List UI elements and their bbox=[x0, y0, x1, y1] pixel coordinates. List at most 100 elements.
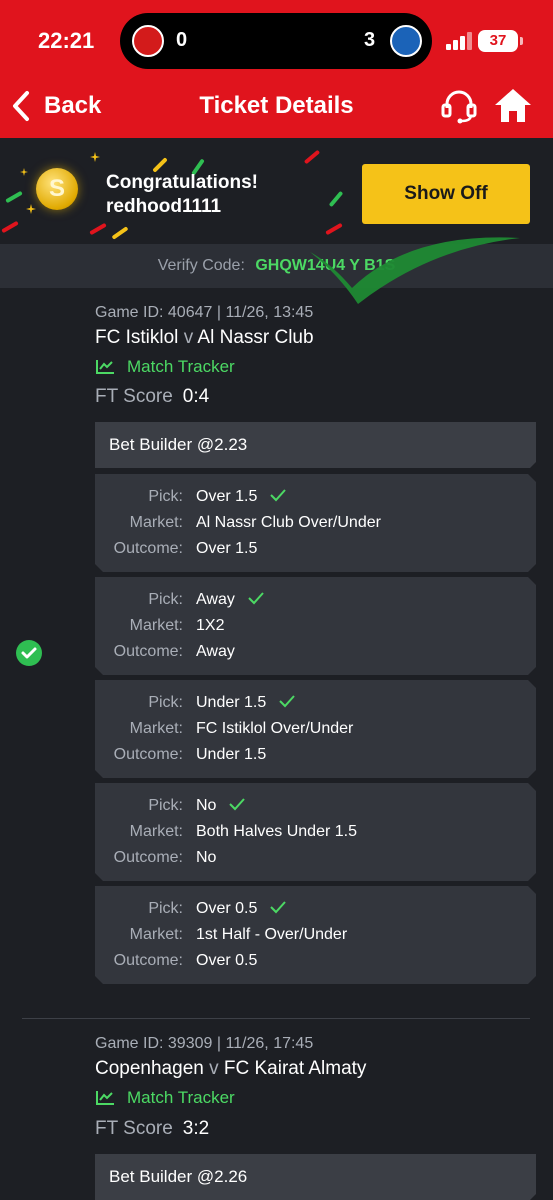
market-value: Al Nassr Club Over/Under bbox=[196, 514, 381, 531]
ft-score: FT Score 3:2 bbox=[95, 1118, 209, 1140]
pick-card: Pick: Under 1.5 Market: FC Istiklol Over/U… bbox=[95, 680, 536, 778]
market-label: Market: bbox=[129, 514, 183, 531]
away-score: 3 bbox=[364, 29, 376, 51]
outcome-row: Outcome: Away bbox=[95, 640, 536, 664]
market-value: 1X2 bbox=[196, 617, 225, 634]
verify-code-value[interactable]: GHQW14U4 Y B1S bbox=[255, 257, 395, 274]
live-score-island[interactable]: 0 3 bbox=[120, 13, 432, 69]
market-label: Market: bbox=[129, 823, 183, 840]
ft-score-label: FT Score bbox=[95, 386, 173, 407]
away-team: FC Kairat Almaty bbox=[223, 1058, 367, 1079]
outcome-label: Outcome: bbox=[113, 952, 183, 969]
sparkle-icon bbox=[20, 168, 28, 176]
market-row: Market: Both Halves Under 1.5 bbox=[95, 820, 536, 844]
check-icon bbox=[269, 488, 287, 502]
outcome-label: Outcome: bbox=[113, 643, 183, 660]
pick-label: Pick: bbox=[148, 900, 183, 917]
pick-label: Pick: bbox=[148, 797, 183, 814]
won-check-icon bbox=[16, 640, 42, 666]
outcome-label: Outcome: bbox=[113, 849, 183, 866]
confetti bbox=[325, 222, 343, 236]
outcome-label: Outcome: bbox=[113, 540, 183, 557]
chart-line-icon bbox=[96, 1091, 114, 1105]
pick-row: Pick: Over 1.5 bbox=[95, 485, 536, 509]
confetti bbox=[328, 190, 344, 208]
pick-label: Pick: bbox=[148, 694, 183, 711]
pick-card: Pick: No Market: Both Halves Under 1.5 Out… bbox=[95, 783, 536, 881]
market-value: 1st Half - Over/Under bbox=[196, 926, 348, 943]
pick-value: No bbox=[196, 797, 217, 814]
versus-label: v bbox=[183, 327, 194, 348]
outcome-value: Over 0.5 bbox=[196, 952, 258, 969]
market-row: Market: FC Istiklol Over/Under bbox=[95, 717, 536, 741]
outcome-value: Away bbox=[196, 643, 235, 660]
outcome-row: Outcome: Under 1.5 bbox=[95, 743, 536, 767]
ticket-details-page: 22:21 0 3 37 Back Ticket Details S Congr… bbox=[0, 0, 553, 1200]
match-tracker-link[interactable]: Match Tracker bbox=[95, 357, 235, 377]
outcome-row: Outcome: Over 1.5 bbox=[95, 537, 536, 561]
home-team: FC Istiklol bbox=[95, 327, 179, 348]
pick-value: Over 1.5 bbox=[196, 488, 258, 505]
check-icon bbox=[228, 797, 246, 811]
show-off-button[interactable]: Show Off bbox=[362, 164, 530, 224]
sparkle-icon bbox=[90, 152, 100, 162]
market-row: Market: 1st Half - Over/Under bbox=[95, 923, 536, 947]
bet-builder-header: Bet Builder @2.23 bbox=[95, 422, 536, 468]
market-label: Market: bbox=[129, 720, 183, 737]
congrats-username: redhood1111 bbox=[106, 196, 222, 217]
app-header: 22:21 0 3 37 Back Ticket Details bbox=[0, 0, 553, 138]
home-score: 0 bbox=[176, 29, 188, 51]
pick-value: Away bbox=[196, 591, 235, 608]
outcome-value: No bbox=[196, 849, 217, 866]
ft-score-label: FT Score bbox=[95, 1118, 173, 1139]
home-icon[interactable] bbox=[493, 86, 533, 124]
outcome-value: Over 1.5 bbox=[196, 540, 258, 557]
ft-score-value: 0:4 bbox=[182, 386, 210, 407]
verify-code-label: Verify Code: bbox=[157, 257, 245, 274]
headset-support-icon[interactable] bbox=[440, 88, 478, 124]
pick-label: Pick: bbox=[148, 591, 183, 608]
confetti bbox=[5, 190, 23, 204]
market-row: Market: 1X2 bbox=[95, 614, 536, 638]
match-tracker-label: Match Tracker bbox=[127, 1088, 235, 1107]
versus-label: v bbox=[209, 1058, 219, 1079]
match-tracker-label: Match Tracker bbox=[127, 357, 235, 376]
outcome-value: Under 1.5 bbox=[196, 746, 267, 763]
pick-value: Over 0.5 bbox=[196, 900, 258, 917]
pick-card: Pick: Over 0.5 Market: 1st Half - Over/Und… bbox=[95, 886, 536, 984]
game-meta: Game ID: 39309 | 11/26, 17:45 bbox=[95, 1035, 314, 1052]
divider bbox=[22, 1018, 530, 1019]
market-label: Market: bbox=[129, 926, 183, 943]
pick-card: Pick: Over 1.5 Market: Al Nassr Club Over/… bbox=[95, 474, 536, 572]
market-value: FC Istiklol Over/Under bbox=[196, 720, 354, 737]
outcome-label: Outcome: bbox=[113, 746, 183, 763]
outcome-row: Outcome: Over 0.5 bbox=[95, 949, 536, 973]
status-time: 22:21 bbox=[38, 28, 95, 53]
congrats-title: Congratulations! bbox=[106, 172, 258, 193]
away-team-crest-icon bbox=[390, 25, 422, 57]
confetti bbox=[1, 220, 19, 234]
confetti bbox=[89, 222, 107, 236]
congrats-banner: S Congratulations! redhood1111 Show Off bbox=[0, 138, 553, 242]
pick-value: Under 1.5 bbox=[196, 694, 267, 711]
market-value: Both Halves Under 1.5 bbox=[196, 823, 357, 840]
coin-icon: S bbox=[36, 168, 78, 210]
confetti bbox=[111, 226, 129, 240]
confetti bbox=[303, 149, 321, 165]
market-row: Market: Al Nassr Club Over/Under bbox=[95, 511, 536, 535]
check-icon bbox=[269, 900, 287, 914]
check-icon bbox=[278, 694, 296, 708]
game-meta: Game ID: 40647 | 11/26, 13:45 bbox=[95, 304, 314, 321]
game-teams: FC Istiklol v Al Nassr Club bbox=[95, 327, 314, 349]
match-tracker-link[interactable]: Match Tracker bbox=[95, 1088, 235, 1108]
pick-row: Pick: Under 1.5 bbox=[95, 691, 536, 715]
battery-nub bbox=[520, 37, 523, 45]
home-team: Copenhagen bbox=[95, 1058, 204, 1079]
chart-line-icon bbox=[96, 360, 114, 374]
pick-row: Pick: Over 0.5 bbox=[95, 897, 536, 921]
battery-icon: 37 bbox=[478, 30, 518, 52]
pick-row: Pick: Away bbox=[95, 588, 536, 612]
game-teams: Copenhagen v FC Kairat Almaty bbox=[95, 1058, 366, 1080]
outcome-row: Outcome: No bbox=[95, 846, 536, 870]
verify-code-row: Verify Code: GHQW14U4 Y B1S bbox=[0, 244, 553, 288]
